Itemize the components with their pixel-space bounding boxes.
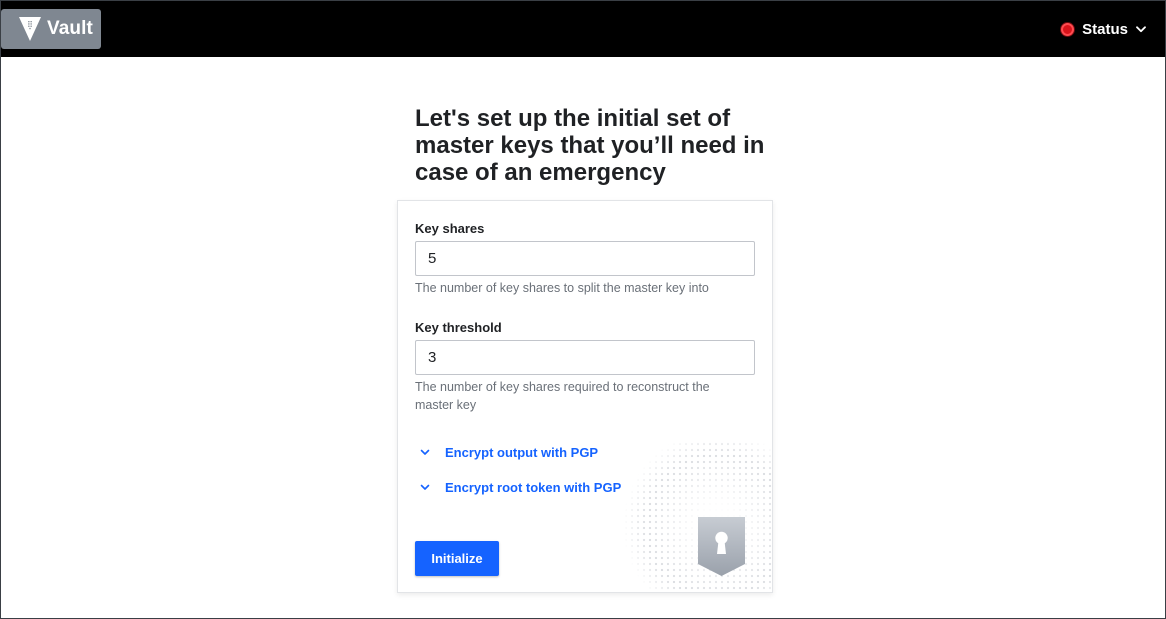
status-label: Status bbox=[1082, 20, 1128, 38]
chevron-down-icon bbox=[420, 484, 430, 490]
shield-keyhole-illustration bbox=[623, 441, 772, 592]
key-threshold-label: Key threshold bbox=[415, 320, 502, 335]
brand-name: Vault bbox=[47, 18, 93, 39]
shield-icon bbox=[698, 517, 745, 576]
key-shares-help: The number of key shares to split the ma… bbox=[415, 281, 709, 295]
chevron-down-icon bbox=[1136, 25, 1146, 32]
encrypt-root-token-pgp-label: Encrypt root token with PGP bbox=[445, 479, 622, 495]
key-threshold-input[interactable] bbox=[415, 340, 755, 375]
encrypt-root-token-pgp-toggle[interactable]: Encrypt root token with PGP bbox=[420, 477, 621, 497]
page-title: Let's set up the initial set of master k… bbox=[415, 105, 765, 186]
chevron-down-icon bbox=[420, 449, 430, 455]
encrypt-output-pgp-label: Encrypt output with PGP bbox=[445, 444, 599, 460]
key-shares-input[interactable] bbox=[415, 241, 755, 276]
top-navbar: Vault Status bbox=[0, 0, 1166, 57]
key-shares-label: Key shares bbox=[415, 221, 485, 236]
initialize-button[interactable]: Initialize bbox=[415, 541, 499, 576]
vault-home-link[interactable]: Vault bbox=[1, 9, 101, 49]
encrypt-output-pgp-toggle[interactable]: Encrypt output with PGP bbox=[420, 442, 598, 462]
key-threshold-help: The number of key shares required to rec… bbox=[415, 380, 710, 412]
status-indicator-icon bbox=[1061, 22, 1075, 36]
vault-logo-icon bbox=[19, 17, 41, 41]
status-menu[interactable]: Status bbox=[1061, 18, 1146, 40]
init-form-card: Key shares The number of key shares to s… bbox=[397, 200, 773, 593]
